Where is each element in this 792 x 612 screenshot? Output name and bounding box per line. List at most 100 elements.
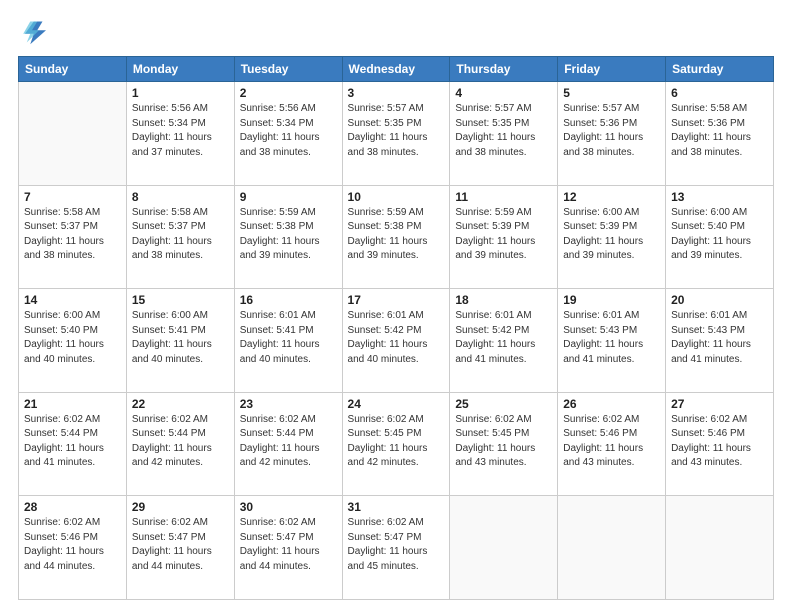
day-info: Sunrise: 6:02 AMSunset: 5:44 PMDaylight:… <box>24 413 121 471</box>
week-row-4: 21 Sunrise: 6:02 AMSunset: 5:44 PMDayligh… <box>19 392 774 496</box>
calendar-cell: 4Sunrise: 5:57 AMSunset: 5:35 PMDaylight… <box>450 82 558 186</box>
logo-icon <box>18 18 46 46</box>
day-number: 8 <box>132 190 229 204</box>
day-number: 17 <box>348 293 445 307</box>
day-info: Sunrise: 5:57 AMSunset: 5:35 PMDaylight:… <box>348 102 445 160</box>
day-info: Sunrise: 6:01 AMSunset: 5:43 PMDaylight:… <box>563 309 660 367</box>
day-info: Sunrise: 6:01 AMSunset: 5:43 PMDaylight:… <box>671 309 768 367</box>
day-number: 15 <box>132 293 229 307</box>
day-number: 5 <box>563 86 660 100</box>
calendar-cell: 9Sunrise: 5:59 AMSunset: 5:38 PMDaylight… <box>234 185 342 289</box>
calendar-cell: 29 Sunrise: 6:02 AMSunset: 5:47 PMDayligh… <box>126 496 234 600</box>
day-info: Sunrise: 6:00 AMSunset: 5:40 PMDaylight:… <box>671 206 768 264</box>
calendar-cell <box>558 496 666 600</box>
day-info: Sunrise: 5:59 AMSunset: 5:39 PMDaylight:… <box>455 206 552 264</box>
calendar-cell: 30Sunrise: 6:02 AMSunset: 5:47 PMDayligh… <box>234 496 342 600</box>
calendar-cell: 2 Sunrise: 5:56 AMSunset: 5:34 PMDaylight… <box>234 82 342 186</box>
calendar-cell: 8 Sunrise: 5:58 AMSunset: 5:37 PMDaylight… <box>126 185 234 289</box>
day-info: Sunrise: 6:02 AMSunset: 5:47 PMDaylight:… <box>132 516 229 574</box>
day-number: 24 <box>348 397 445 411</box>
day-number: 31 <box>348 500 445 514</box>
calendar-cell <box>450 496 558 600</box>
day-number: 14 <box>24 293 121 307</box>
weekday-header-saturday: Saturday <box>666 57 774 82</box>
calendar-cell: 10 Sunrise: 5:59 AMSunset: 5:38 PMDayligh… <box>342 185 450 289</box>
calendar-table: SundayMondayTuesdayWednesdayThursdayFrid… <box>18 56 774 600</box>
calendar-cell: 18 Sunrise: 6:01 AMSunset: 5:42 PMDayligh… <box>450 289 558 393</box>
week-row-5: 28 Sunrise: 6:02 AMSunset: 5:46 PMDayligh… <box>19 496 774 600</box>
calendar-cell: 23Sunrise: 6:02 AMSunset: 5:44 PMDayligh… <box>234 392 342 496</box>
day-number: 7 <box>24 190 121 204</box>
weekday-header-sunday: Sunday <box>19 57 127 82</box>
page: SundayMondayTuesdayWednesdayThursdayFrid… <box>0 0 792 612</box>
day-number: 28 <box>24 500 121 514</box>
calendar-cell: 21 Sunrise: 6:02 AMSunset: 5:44 PMDayligh… <box>19 392 127 496</box>
day-info: Sunrise: 5:58 AMSunset: 5:37 PMDaylight:… <box>132 206 229 264</box>
day-info: Sunrise: 6:02 AMSunset: 5:46 PMDaylight:… <box>671 413 768 471</box>
day-number: 26 <box>563 397 660 411</box>
day-number: 2 <box>240 86 337 100</box>
day-info: Sunrise: 6:02 AMSunset: 5:44 PMDaylight:… <box>240 413 337 471</box>
calendar-cell: 17 Sunrise: 6:01 AMSunset: 5:42 PMDayligh… <box>342 289 450 393</box>
day-info: Sunrise: 6:02 AMSunset: 5:45 PMDaylight:… <box>455 413 552 471</box>
day-number: 3 <box>348 86 445 100</box>
calendar-cell: 26Sunrise: 6:02 AMSunset: 5:46 PMDayligh… <box>558 392 666 496</box>
calendar-cell: 12 Sunrise: 6:00 AMSunset: 5:39 PMDayligh… <box>558 185 666 289</box>
calendar-cell: 16 Sunrise: 6:01 AMSunset: 5:41 PMDayligh… <box>234 289 342 393</box>
day-info: Sunrise: 5:59 AMSunset: 5:38 PMDaylight:… <box>348 206 445 264</box>
calendar-cell: 25Sunrise: 6:02 AMSunset: 5:45 PMDayligh… <box>450 392 558 496</box>
calendar-cell: 15 Sunrise: 6:00 AMSunset: 5:41 PMDayligh… <box>126 289 234 393</box>
calendar-cell: 28 Sunrise: 6:02 AMSunset: 5:46 PMDayligh… <box>19 496 127 600</box>
day-number: 22 <box>132 397 229 411</box>
day-number: 12 <box>563 190 660 204</box>
day-number: 19 <box>563 293 660 307</box>
day-number: 11 <box>455 190 552 204</box>
week-row-1: 1Sunrise: 5:56 AMSunset: 5:34 PMDaylight… <box>19 82 774 186</box>
day-number: 20 <box>671 293 768 307</box>
calendar-cell: 22 Sunrise: 6:02 AMSunset: 5:44 PMDayligh… <box>126 392 234 496</box>
calendar-cell <box>666 496 774 600</box>
day-info: Sunrise: 6:02 AMSunset: 5:47 PMDaylight:… <box>348 516 445 574</box>
calendar-cell: 20 Sunrise: 6:01 AMSunset: 5:43 PMDayligh… <box>666 289 774 393</box>
day-info: Sunrise: 5:58 AMSunset: 5:36 PMDaylight:… <box>671 102 768 160</box>
day-info: Sunrise: 5:56 AMSunset: 5:34 PMDaylight:… <box>132 102 229 160</box>
day-number: 18 <box>455 293 552 307</box>
weekday-header-row: SundayMondayTuesdayWednesdayThursdayFrid… <box>19 57 774 82</box>
day-info: Sunrise: 6:00 AMSunset: 5:39 PMDaylight:… <box>563 206 660 264</box>
calendar-cell: 5Sunrise: 5:57 AMSunset: 5:36 PMDaylight… <box>558 82 666 186</box>
calendar-cell: 6Sunrise: 5:58 AMSunset: 5:36 PMDaylight… <box>666 82 774 186</box>
calendar-cell <box>19 82 127 186</box>
day-number: 9 <box>240 190 337 204</box>
day-info: Sunrise: 5:56 AMSunset: 5:34 PMDaylight:… <box>240 102 337 160</box>
weekday-header-wednesday: Wednesday <box>342 57 450 82</box>
weekday-header-friday: Friday <box>558 57 666 82</box>
day-info: Sunrise: 6:01 AMSunset: 5:42 PMDaylight:… <box>348 309 445 367</box>
day-info: Sunrise: 5:57 AMSunset: 5:35 PMDaylight:… <box>455 102 552 160</box>
day-info: Sunrise: 6:02 AMSunset: 5:46 PMDaylight:… <box>24 516 121 574</box>
day-number: 27 <box>671 397 768 411</box>
day-number: 21 <box>24 397 121 411</box>
day-info: Sunrise: 6:00 AMSunset: 5:41 PMDaylight:… <box>132 309 229 367</box>
logo <box>18 18 50 46</box>
day-number: 16 <box>240 293 337 307</box>
calendar-cell: 11 Sunrise: 5:59 AMSunset: 5:39 PMDayligh… <box>450 185 558 289</box>
day-info: Sunrise: 6:02 AMSunset: 5:44 PMDaylight:… <box>132 413 229 471</box>
calendar-cell: 31 Sunrise: 6:02 AMSunset: 5:47 PMDayligh… <box>342 496 450 600</box>
calendar-cell: 24Sunrise: 6:02 AMSunset: 5:45 PMDayligh… <box>342 392 450 496</box>
week-row-2: 7 Sunrise: 5:58 AMSunset: 5:37 PMDaylight… <box>19 185 774 289</box>
header <box>18 18 774 46</box>
calendar-cell: 14 Sunrise: 6:00 AMSunset: 5:40 PMDayligh… <box>19 289 127 393</box>
weekday-header-monday: Monday <box>126 57 234 82</box>
day-number: 30 <box>240 500 337 514</box>
calendar-cell: 1Sunrise: 5:56 AMSunset: 5:34 PMDaylight… <box>126 82 234 186</box>
day-info: Sunrise: 6:00 AMSunset: 5:40 PMDaylight:… <box>24 309 121 367</box>
calendar-cell: 3 Sunrise: 5:57 AMSunset: 5:35 PMDaylight… <box>342 82 450 186</box>
day-info: Sunrise: 6:01 AMSunset: 5:42 PMDaylight:… <box>455 309 552 367</box>
day-number: 10 <box>348 190 445 204</box>
day-info: Sunrise: 6:01 AMSunset: 5:41 PMDaylight:… <box>240 309 337 367</box>
day-info: Sunrise: 5:58 AMSunset: 5:37 PMDaylight:… <box>24 206 121 264</box>
calendar-cell: 27 Sunrise: 6:02 AMSunset: 5:46 PMDayligh… <box>666 392 774 496</box>
day-number: 13 <box>671 190 768 204</box>
week-row-3: 14 Sunrise: 6:00 AMSunset: 5:40 PMDayligh… <box>19 289 774 393</box>
day-number: 29 <box>132 500 229 514</box>
